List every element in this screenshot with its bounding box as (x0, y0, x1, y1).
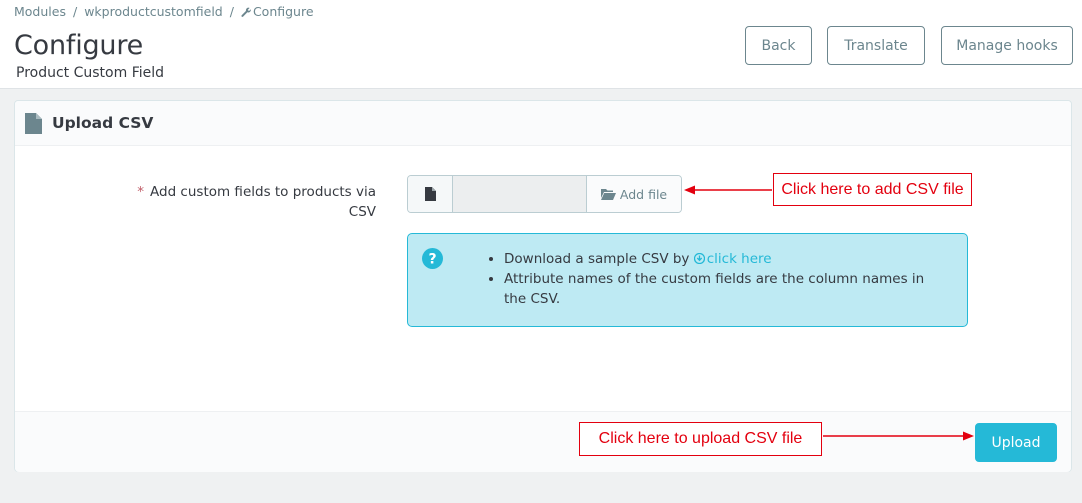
page-header: Modules / wkproductcustomfield / Configure C… (0, 0, 1082, 89)
page-title: Configure (14, 30, 144, 61)
sample-csv-link-label: click here (706, 251, 772, 267)
panel-footer: Upload (15, 411, 1071, 472)
info-download-text: Download a sample CSV by (504, 251, 690, 267)
panel-title: Upload CSV (52, 114, 154, 132)
info-item-download: Download a sample CSV by click here (504, 249, 946, 269)
breadcrumb-item-module[interactable]: wkproductcustomfield (84, 4, 223, 19)
add-file-label: Add file (619, 186, 668, 202)
download-circle-icon (693, 252, 705, 265)
question-circle-icon: ? (422, 248, 443, 273)
info-item-attributes: Attribute names of the custom fields are… (504, 269, 946, 309)
required-marker: * (137, 184, 144, 200)
breadcrumb-separator: / (229, 4, 234, 19)
folder-open-icon (600, 189, 616, 200)
csv-field-label-text: Add custom fields to products via CSV (150, 184, 376, 220)
file-name-input[interactable] (453, 176, 587, 212)
breadcrumb: Modules / wkproductcustomfield / Configure (14, 4, 314, 20)
breadcrumb-item-configure: Configure (252, 4, 314, 19)
breadcrumb-separator: / (72, 4, 78, 19)
page-subtitle: Product Custom Field (16, 65, 165, 81)
info-alert: ? Download a sample CSV by click here At… (407, 233, 968, 327)
upload-csv-panel: Upload CSV * Add custom fields to product… (14, 100, 1072, 472)
add-file-callout: Click here to add CSV file (773, 173, 972, 206)
info-list: Download a sample CSV by click here Attr… (486, 249, 946, 309)
back-button[interactable]: Back (745, 26, 812, 65)
translate-button[interactable]: Translate (827, 26, 925, 65)
breadcrumb-item-modules[interactable]: Modules (14, 4, 66, 19)
add-file-button[interactable]: Add file (587, 176, 681, 212)
manage-hooks-button[interactable]: Manage hooks (941, 26, 1073, 65)
panel-heading: Upload CSV (15, 101, 1071, 146)
csv-field-label: * Add custom fields to products via CSV (135, 182, 376, 222)
file-addon[interactable] (408, 176, 453, 212)
wrench-icon (241, 5, 251, 20)
svg-text:?: ? (428, 252, 436, 268)
file-icon (424, 187, 436, 201)
upload-callout: Click here to upload CSV file (579, 422, 822, 456)
file-icon (25, 113, 42, 138)
file-upload-group: Add file (407, 175, 682, 213)
sample-csv-link[interactable]: click here (693, 251, 772, 267)
upload-button[interactable]: Upload (975, 423, 1057, 462)
